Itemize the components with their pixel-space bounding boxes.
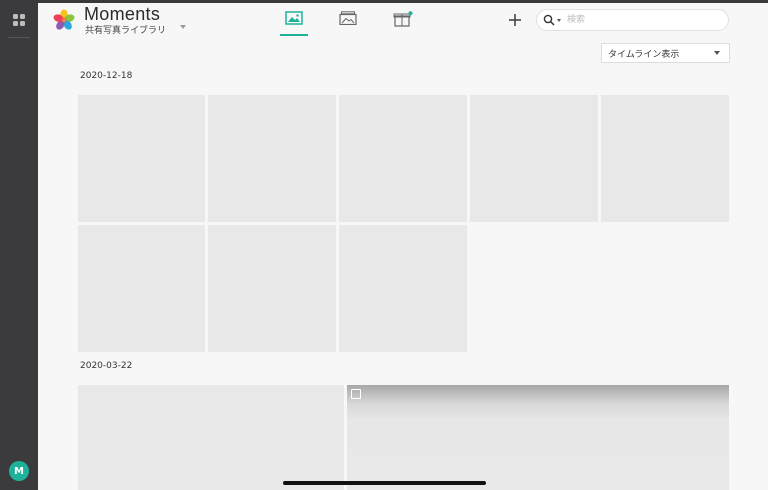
tab-photos[interactable] [280,9,308,36]
gift-icon [393,11,413,27]
photo-thumbnail[interactable] [601,95,729,222]
photo-thumbnail[interactable] [208,95,336,222]
active-tab-indicator [280,34,308,36]
timeline-date-heading: 2020-03-22 [80,361,133,371]
search-scope-caret-icon[interactable] [557,19,561,22]
select-checkbox[interactable] [351,389,361,399]
photo-thumbnail[interactable] [78,95,205,222]
image-icon [285,11,303,25]
albums-icon [339,11,357,25]
app-switcher-icon[interactable] [13,14,25,26]
home-indicator [283,481,486,485]
photo-thumbnail[interactable] [347,385,729,490]
search-input[interactable] [565,11,719,29]
view-mode-value: タイムライン表示 [608,50,680,60]
app-title: Moments [84,4,161,24]
left-rail: M [0,3,38,490]
library-selector-label[interactable]: 共有写真ライブラリ [85,23,166,36]
rail-divider [8,37,30,38]
view-mode-select[interactable]: タイムライン表示 [601,43,730,63]
timeline-date-heading: 2020-12-18 [80,71,133,81]
moments-logo-icon [53,9,75,30]
app-header: Moments 共有写真ライブラリ [38,3,768,41]
photo-thumbnail[interactable] [78,225,205,352]
search-box[interactable] [536,9,729,31]
add-plus-icon[interactable] [505,10,525,30]
tab-gifts[interactable] [389,9,417,35]
photo-thumbnail[interactable] [339,95,467,222]
photo-thumbnail[interactable] [208,225,336,352]
photo-thumbnail[interactable] [339,225,467,352]
photo-thumbnail[interactable] [78,385,344,490]
chevron-down-icon[interactable] [180,25,186,29]
search-icon[interactable] [543,14,555,26]
photo-thumbnail[interactable] [470,95,598,222]
user-avatar[interactable]: M [9,461,29,481]
tab-albums[interactable] [334,9,362,35]
notification-dot [408,11,413,16]
chevron-down-icon [714,51,720,55]
